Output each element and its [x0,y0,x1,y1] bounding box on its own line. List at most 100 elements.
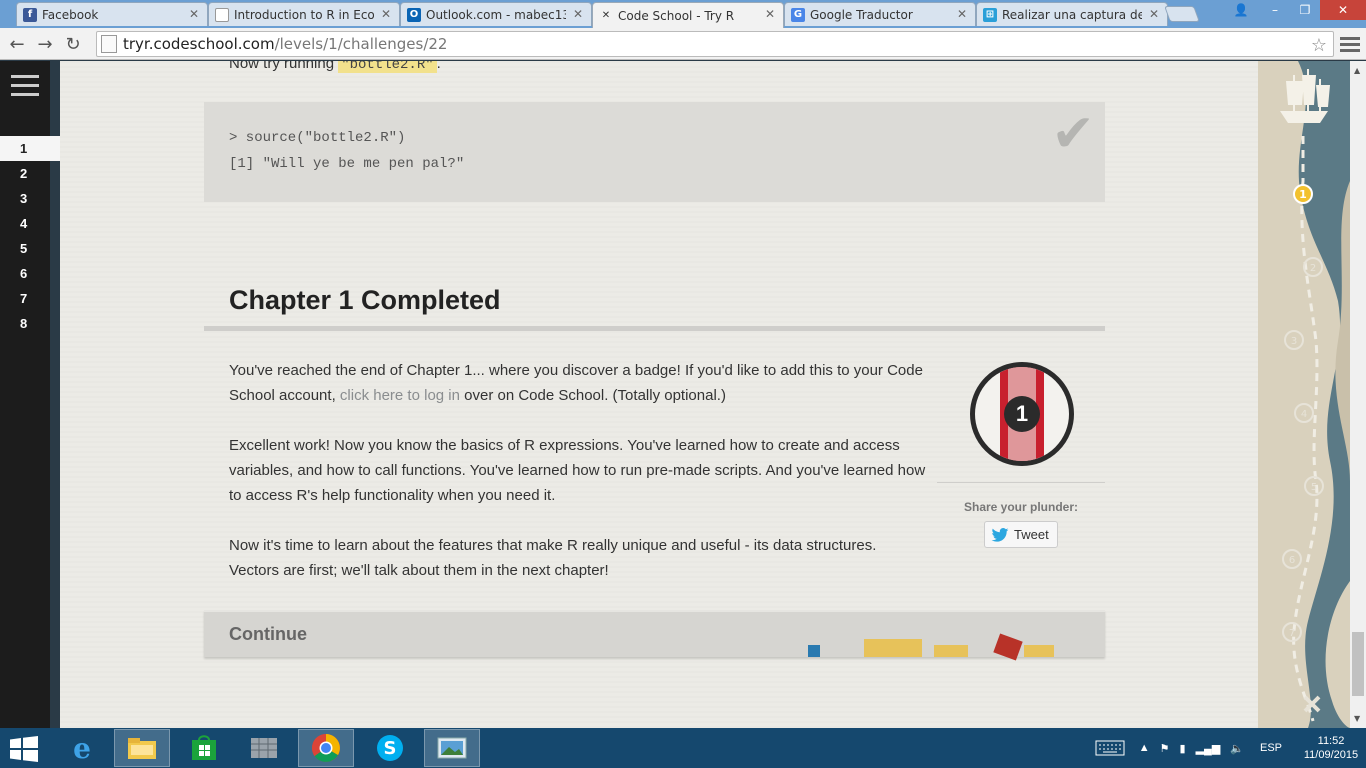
windows-icon: ⊞ [983,7,997,22]
map-step-5[interactable]: 5 [1311,482,1317,493]
volume-icon[interactable]: 🔈 [1230,742,1244,755]
tab-captura[interactable]: ⊞ Realizar una captura de p ✕ [976,2,1168,26]
close-icon[interactable]: ✕ [573,7,583,21]
new-tab-button[interactable] [1164,6,1200,22]
tab-outlook[interactable]: O Outlook.com - mabec130( ✕ [400,2,592,26]
address-bar[interactable]: tryr.codeschool.com /levels/1/challenges… [96,31,1334,57]
svg-text:S: S [384,738,397,759]
tab-strip: f Facebook ✕ Introduction to R in Ecolo … [0,0,1366,28]
scroll-thumb[interactable] [1352,632,1364,696]
internet-explorer-icon[interactable]: e [54,729,110,767]
store-icon[interactable] [176,729,232,767]
app-icon[interactable] [236,729,292,767]
clock[interactable]: 11:52 11/09/2015 [1296,734,1366,762]
gold-bars-icon [864,639,922,657]
url-host: tryr.codeschool.com [123,35,275,53]
close-icon[interactable]: ✕ [765,7,775,21]
share-label: Share your plunder: [963,500,1079,514]
action-center-flag-icon[interactable]: ⚑ [1160,742,1170,755]
forward-button[interactable]: → [34,33,56,55]
chapter-link-4[interactable]: 4 [0,211,50,236]
map-step-2[interactable]: 2 [1310,263,1316,274]
chapter-link-5[interactable]: 5 [0,236,50,261]
login-link[interactable]: click here to log in [340,387,460,404]
network-signal-icon[interactable]: ▂▄▆ [1196,742,1221,755]
close-window-button[interactable]: ✕ [1320,0,1366,20]
facebook-icon: f [23,7,37,22]
photo-viewer-icon[interactable] [424,729,480,767]
instruction-code: "bottle2.R" [338,61,437,73]
map-step-3[interactable]: 3 [1291,336,1297,347]
chapter-link-2[interactable]: 2 [0,161,50,186]
gold-bars-icon [934,645,968,657]
file-explorer-icon[interactable] [114,729,170,767]
chapter-badge: 1 [970,362,1074,466]
back-button[interactable]: ← [6,33,28,55]
paragraph-text: over on Code School. (Totally optional.) [459,387,726,404]
skype-icon[interactable]: S [362,729,418,767]
tab-title: Realizar una captura de p [1002,7,1142,22]
show-hidden-icons-icon[interactable]: ▲ [1139,742,1150,754]
bookmark-star-icon[interactable]: ☆ [1311,35,1327,56]
tweet-button[interactable]: Tweet [984,521,1058,548]
page-title: Chapter 1 Completed [229,285,501,315]
scroll-down-arrow-icon[interactable]: ▼ [1354,714,1360,723]
page-icon [215,7,229,22]
chapter-link-1[interactable]: 1 [0,136,60,161]
keyboard-icon[interactable] [1095,740,1125,756]
minimize-button[interactable]: – [1260,0,1290,20]
system-tray: ▲ ⚑ ▮ ▂▄▆ 🔈 ESP 11:52 11/09/2015 [1095,728,1366,768]
tab-code-school[interactable]: ✕ Code School - Try R ✕ [592,2,784,28]
paragraph: Excellent work! Now you know the basics … [229,437,926,504]
instruction-text: Now try running [229,61,335,72]
scroll-up-arrow-icon[interactable]: ▲ [1354,66,1360,75]
battery-icon[interactable]: ▮ [1180,742,1186,755]
tab-title: Outlook.com - mabec130( [426,7,566,22]
clock-date: 11/09/2015 [1303,749,1359,761]
continue-label: Continue [229,624,307,644]
user-icon[interactable]: 👤 [1226,0,1256,20]
continue-button[interactable]: Continue [204,610,1105,661]
window-controls: 👤 – ❐ ✕ [1226,0,1366,20]
browser-toolbar: ← → ↻ tryr.codeschool.com /levels/1/chal… [0,28,1366,60]
chrome-menu-button[interactable] [1340,34,1360,54]
map-step-1[interactable]: 1 [1299,188,1307,201]
map-step-4[interactable]: 4 [1301,409,1307,420]
chrome-icon[interactable] [298,729,354,767]
completion-text: You've reached the end of Chapter 1... w… [229,358,929,608]
treasure-map: 1 2 3 4 5 6 7 [1258,61,1350,728]
reload-button[interactable]: ↻ [62,33,84,55]
tab-title: Google Traductor [810,7,913,22]
tab-google-traductor[interactable]: G Google Traductor ✕ [784,2,976,26]
previous-instruction: Now try running "bottle2.R". [229,61,441,73]
tab-facebook[interactable]: f Facebook ✕ [16,2,208,26]
close-icon[interactable]: ✕ [381,7,391,21]
windows-taskbar: e S ▲ ⚑ ▮ ▂▄▆ 🔈 ESP 11:52 11/09/2015 [0,728,1366,768]
chapter-link-3[interactable]: 3 [0,186,50,211]
badge-number: 1 [1004,396,1040,432]
close-icon[interactable]: ✕ [189,7,199,21]
tab-introduction-to-r[interactable]: Introduction to R in Ecolo ✕ [208,2,400,26]
map-step-7[interactable]: 7 [1289,628,1295,639]
chapter-link-6[interactable]: 6 [0,261,50,286]
checkmark-icon: ✔ [1051,104,1095,164]
maximize-button[interactable]: ❐ [1290,0,1320,20]
menu-icon[interactable] [11,75,39,97]
ruby-icon [993,633,1023,661]
close-icon[interactable]: ✕ [1149,7,1159,21]
chapter-link-8[interactable]: 8 [0,311,50,336]
close-icon[interactable]: ✕ [957,7,967,21]
tweet-label: Tweet [1014,527,1049,542]
map-step-6[interactable]: 6 [1289,555,1295,566]
lesson-content: Now try running "bottle2.R". > source("b… [60,61,1258,728]
outlook-icon: O [407,7,421,22]
language-indicator[interactable]: ESP [1260,742,1282,754]
page-scrollbar[interactable]: ▲ ▼ [1350,61,1366,728]
chapter-link-7[interactable]: 7 [0,286,50,311]
page-viewport: 1 2 3 4 5 6 7 8 Now try running "bottle2… [0,61,1366,728]
chapter-list: 1 2 3 4 5 6 7 8 [0,136,60,336]
codeschool-icon: ✕ [601,10,611,21]
windows-start-icon[interactable] [10,736,38,762]
console-output: > source("bottle2.R") [1] "Will ye be me… [204,102,1105,202]
chapter-sidebar: 1 2 3 4 5 6 7 8 [0,61,60,728]
